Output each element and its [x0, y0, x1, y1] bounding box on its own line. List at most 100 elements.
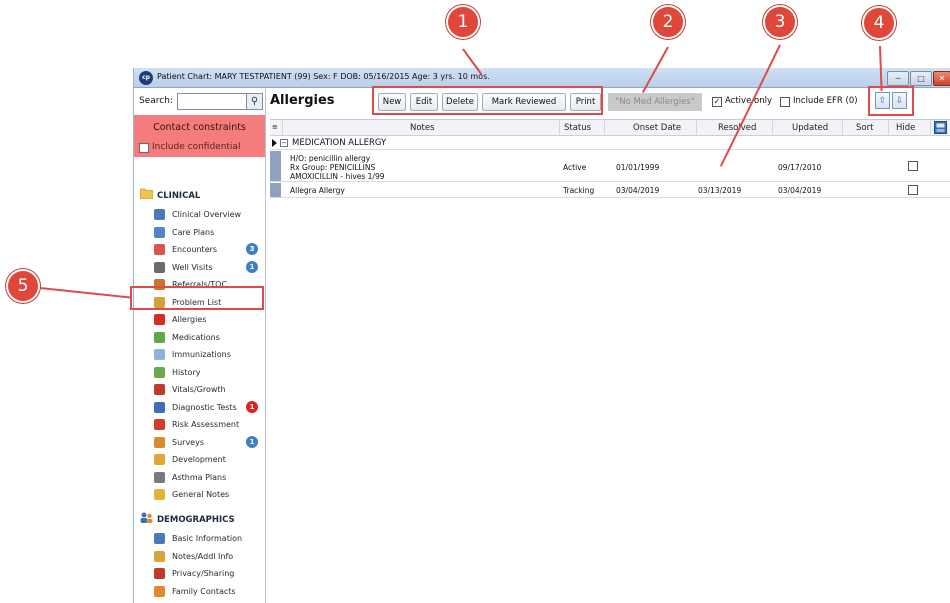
allergies-icon [154, 314, 165, 325]
group-row-medication-allergy[interactable]: − MEDICATION ALLERGY [270, 136, 950, 150]
sidebar-item-risk-assessment[interactable]: Risk Assessment [154, 416, 264, 433]
sidebar-item-general-notes[interactable]: General Notes [154, 486, 264, 503]
search-input[interactable] [177, 93, 247, 110]
care-plans-icon [154, 226, 165, 238]
callout-badge-3: 3 [763, 5, 797, 39]
column-header-updated[interactable]: Updated [792, 123, 828, 133]
export-icon[interactable] [934, 121, 947, 134]
allergies-grid: ≡ Notes Status Onset Date Resolved Updat… [270, 119, 950, 603]
status-cell: Tracking [563, 186, 595, 195]
sidebar-item-label: Development [172, 455, 226, 464]
sidebar-item-label: Notes/Addl Info [172, 551, 234, 561]
include-confidential-checkbox[interactable] [139, 143, 149, 153]
column-header-status[interactable]: Status [564, 123, 591, 133]
encounters-icon [154, 244, 165, 255]
no-med-allergies-button[interactable]: "No Med Allergies" [608, 93, 702, 111]
minimize-icon: ─ [895, 74, 901, 83]
hide-checkbox[interactable] [908, 161, 918, 171]
active-only-checkbox[interactable]: ✓ [712, 97, 722, 107]
sidebar-item-label: History [172, 367, 201, 377]
contact-constraints-panel: Contact constraints Include confidential [134, 115, 265, 157]
callout-badge-4: 4 [862, 6, 896, 40]
risk-assessment-icon [154, 419, 165, 430]
sidebar-item-family-contacts[interactable]: Family Contacts [154, 583, 264, 600]
minimize-button[interactable]: ─ [887, 71, 909, 86]
demographics-section-heading[interactable]: DEMOGRAPHICS [140, 512, 235, 525]
sidebar-item-medications[interactable]: Medications [154, 329, 264, 346]
column-header-hide[interactable]: Hide [896, 123, 915, 133]
sidebar-item-well-visits[interactable]: Well Visits 1 [154, 259, 264, 276]
collapse-toggle-icon[interactable]: − [280, 139, 288, 147]
medications-icon [154, 331, 165, 343]
window-title: Patient Chart: MARY TESTPATIENT (99) Sex… [157, 72, 490, 81]
sidebar-item-encounters[interactable]: Encounters 3 [154, 241, 264, 258]
screenshot-stage: cp Patient Chart: MARY TESTPATIENT (99) … [0, 0, 950, 603]
include-confidential-label: Include confidential [152, 142, 241, 152]
sidebar-item-clinical-overview[interactable]: Clinical Overview [154, 206, 264, 223]
include-efr-checkbox[interactable] [780, 97, 790, 107]
table-row[interactable]: H/O: penicillin allergy Rx Group: PENICI… [270, 151, 950, 182]
title-bar[interactable]: cp Patient Chart: MARY TESTPATIENT (99) … [134, 68, 950, 88]
surveys-icon [154, 436, 165, 448]
clinical-section-heading[interactable]: CLINICAL [140, 188, 200, 201]
folder-icon [140, 188, 153, 199]
search-person-icon: ⚲ [250, 96, 259, 107]
clinical-heading-label: CLINICAL [157, 191, 201, 201]
sidebar-item-immunizations[interactable]: Immunizations [154, 346, 264, 363]
sidebar-item-label: Care Plans [172, 227, 215, 237]
notes-line: AMOXICILLIN - hives 1/99 [290, 172, 385, 181]
privacy-icon [154, 568, 165, 579]
diagnostic-tests-icon [154, 401, 165, 413]
sidebar-item-notes-addl-info[interactable]: Notes/Addl Info [154, 548, 264, 565]
notes-icon [154, 550, 165, 562]
sidebar-item-care-plans[interactable]: Care Plans [154, 224, 264, 241]
sidebar-item-surveys[interactable]: Surveys 1 [154, 434, 264, 451]
sidebar-item-allergies[interactable]: Allergies [154, 311, 264, 328]
sidebar-item-development[interactable]: Development [154, 451, 264, 468]
search-button[interactable]: ⚲ [246, 93, 263, 110]
patient-chart-window: cp Patient Chart: MARY TESTPATIENT (99) … [133, 68, 950, 603]
column-chooser-icon[interactable]: ≡ [272, 123, 278, 131]
general-notes-icon [154, 489, 165, 500]
group-label: MEDICATION ALLERGY [292, 138, 387, 148]
callout-badge-1: 1 [446, 5, 480, 39]
column-header-sort[interactable]: Sort [856, 123, 873, 133]
updated-cell: 03/04/2019 [778, 186, 822, 195]
notes-line: Rx Group: PENICILLINS [290, 163, 376, 172]
sidebar-item-privacy-sharing[interactable]: Privacy/Sharing [154, 565, 264, 582]
sidebar-item-label: Medications [172, 332, 220, 342]
sidebar-item-history[interactable]: History [154, 364, 264, 381]
onset-date-cell: 03/04/2019 [616, 186, 660, 195]
count-badge: 1 [246, 435, 258, 448]
close-button[interactable]: ✕ [933, 71, 950, 86]
notes-cell: H/O: penicillin allergy Rx Group: PENICI… [290, 154, 385, 181]
development-icon [154, 454, 165, 465]
basic-information-icon [154, 533, 165, 544]
close-icon: ✕ [938, 74, 946, 83]
sidebar-item-label: Basic Information [172, 534, 243, 543]
hide-checkbox[interactable] [908, 185, 918, 195]
table-row[interactable]: Allegra Allergy Tracking 03/04/2019 03/1… [270, 183, 950, 198]
demographics-heading-label: DEMOGRAPHICS [157, 515, 235, 525]
well-visits-icon [154, 261, 165, 273]
maximize-button[interactable]: □ [910, 71, 932, 86]
people-icon [140, 512, 153, 523]
count-badge: 1 [246, 400, 258, 413]
sidebar-item-label: Immunizations [172, 350, 231, 359]
sidebar-item-diagnostic-tests[interactable]: Diagnostic Tests 1 [154, 399, 264, 416]
sidebar-item-label: Risk Assessment [172, 420, 240, 429]
sidebar-item-asthma-plans[interactable]: Asthma Plans [154, 469, 264, 486]
maximize-icon: □ [917, 74, 925, 83]
column-header-onset-date[interactable]: Onset Date [633, 123, 681, 133]
sidebar-item-label: Asthma Plans [172, 472, 227, 482]
grid-header: ≡ Notes Status Onset Date Resolved Updat… [270, 120, 950, 136]
callout-box-allergies-nav [130, 286, 264, 310]
page-title: Allergies [270, 93, 335, 108]
callout-badge-5: 5 [6, 269, 40, 303]
sidebar-item-vitals-growth[interactable]: Vitals/Growth [154, 381, 264, 398]
contact-constraints-label: Contact constraints [153, 122, 246, 133]
sidebar-item-label: Allergies [172, 315, 207, 324]
column-header-notes[interactable]: Notes [410, 123, 435, 133]
callout-leader-5 [39, 287, 132, 299]
sidebar-item-basic-information[interactable]: Basic Information [154, 530, 264, 547]
